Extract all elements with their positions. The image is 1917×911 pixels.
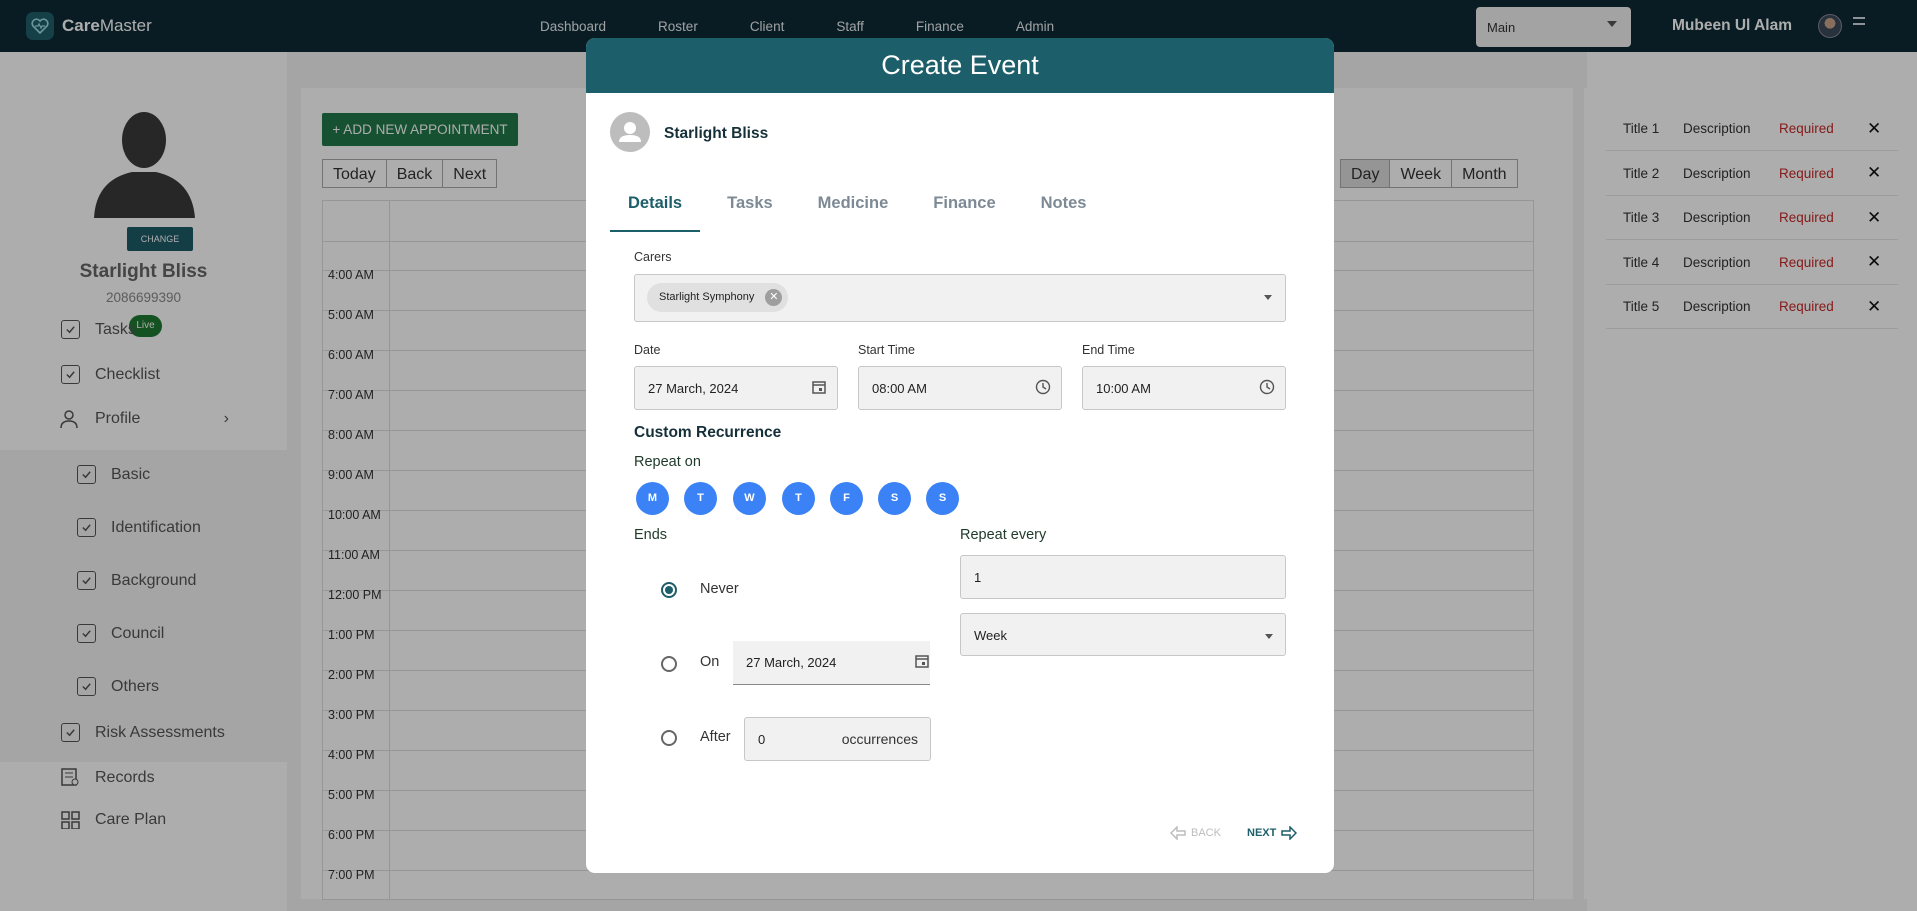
clock-icon[interactable] (1035, 379, 1051, 395)
repeat-unit-value: Week (974, 628, 1007, 643)
ends-never-radio[interactable] (661, 582, 677, 598)
create-event-modal: Create Event Starlight Bliss Details Tas… (586, 38, 1334, 873)
caret-down-icon (1265, 634, 1273, 639)
remove-chip-icon[interactable]: ✕ (765, 289, 783, 306)
carer-chip: Starlight Symphony ✕ (647, 283, 789, 312)
tab-finance[interactable]: Finance (915, 186, 1013, 232)
occurrences-suffix: occurrences (841, 731, 918, 747)
ends-on-date-value: 27 March, 2024 (746, 655, 837, 670)
tab-medicine[interactable]: Medicine (800, 186, 907, 232)
arrow-left-icon (1170, 826, 1186, 840)
end-time-field[interactable]: 10:00 AM (1082, 366, 1286, 410)
modal-title: Create Event (586, 38, 1334, 93)
date-value: 27 March, 2024 (648, 381, 739, 396)
calendar-icon[interactable] (914, 653, 930, 669)
clock-icon[interactable] (1259, 379, 1275, 395)
repeat-every-input[interactable]: 1 (960, 555, 1286, 599)
occurrences-input[interactable]: 0 occurrences (744, 717, 931, 761)
day-wednesday[interactable]: W (733, 482, 766, 515)
day-thursday[interactable]: T (782, 482, 815, 515)
tab-notes[interactable]: Notes (1023, 186, 1105, 232)
start-time-field[interactable]: 08:00 AM (858, 366, 1062, 410)
back-label: BACK (1191, 827, 1221, 839)
carer-chip-label: Starlight Symphony (659, 291, 755, 303)
day-saturday[interactable]: S (878, 482, 911, 515)
repeat-unit-select[interactable]: Week (960, 613, 1286, 656)
arrow-right-icon (1281, 826, 1298, 840)
day-sunday[interactable]: S (926, 482, 959, 515)
client-avatar (610, 112, 650, 152)
date-label: Date (634, 343, 661, 357)
ends-on-radio[interactable] (661, 656, 677, 672)
modal-next-button[interactable]: NEXT (1247, 826, 1298, 840)
end-time-value: 10:00 AM (1096, 381, 1151, 396)
start-time-label: Start Time (858, 343, 915, 357)
repeat-every-label: Repeat every (960, 527, 1047, 543)
repeat-every-value: 1 (974, 570, 982, 585)
client-name: Starlight Bliss (664, 125, 769, 142)
end-time-label: End Time (1082, 343, 1135, 357)
modal-back-button[interactable]: BACK (1170, 826, 1221, 840)
carers-select[interactable]: Starlight Symphony ✕ (634, 274, 1286, 322)
ends-after-label: After (700, 729, 731, 745)
person-icon (619, 122, 641, 142)
ends-never-label: Never (700, 581, 739, 597)
carers-label: Carers (634, 250, 672, 264)
ends-on-label: On (700, 654, 720, 670)
day-friday[interactable]: F (830, 482, 863, 515)
ends-after-radio[interactable] (661, 730, 677, 746)
repeat-on-label: Repeat on (634, 454, 701, 470)
ends-on-date-field[interactable]: 27 March, 2024 (733, 641, 930, 685)
tab-details[interactable]: Details (610, 186, 701, 232)
day-monday[interactable]: M (636, 482, 669, 515)
tab-tasks[interactable]: Tasks (709, 186, 791, 232)
occurrences-value: 0 (758, 732, 766, 747)
event-tabs: Details Tasks Medicine Finance Notes (610, 186, 1113, 232)
start-time-value: 08:00 AM (872, 381, 927, 396)
day-tuesday[interactable]: T (684, 482, 717, 515)
calendar-icon[interactable] (811, 379, 827, 395)
caret-down-icon (1264, 295, 1272, 300)
custom-recurrence-title: Custom Recurrence (634, 424, 782, 441)
date-field[interactable]: 27 March, 2024 (634, 366, 838, 410)
next-label: NEXT (1247, 827, 1277, 839)
ends-label: Ends (634, 527, 668, 543)
